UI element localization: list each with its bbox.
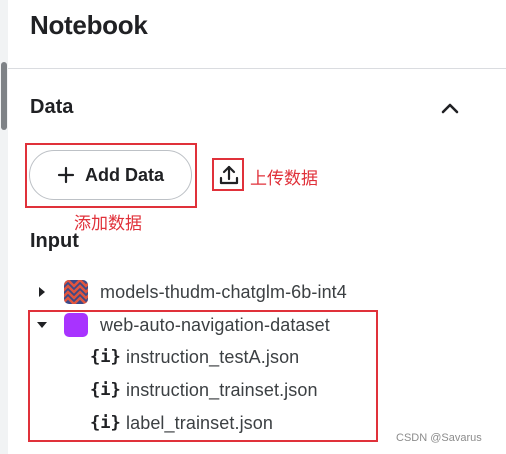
chevron-up-icon <box>441 103 459 114</box>
page-title: Notebook <box>30 10 148 40</box>
collapse-data-button[interactable] <box>436 96 464 120</box>
input-item-label: models-thudm-chatglm-6b-int4 <box>100 281 347 302</box>
upload-data-button[interactable] <box>215 161 242 189</box>
input-item-label: web-auto-navigation-dataset <box>100 314 330 335</box>
upload-icon <box>219 165 238 185</box>
dataset-thumbnail-icon <box>64 313 88 337</box>
file-label: instruction_testA.json <box>126 346 300 367</box>
scrollbar[interactable] <box>0 0 8 454</box>
model-thumbnail-icon <box>64 280 88 304</box>
file-item[interactable]: {i} instruction_testA.json <box>90 343 299 371</box>
file-label: instruction_trainset.json <box>126 379 318 400</box>
json-file-icon: {i} <box>90 380 121 400</box>
data-section-title: Data <box>30 96 74 118</box>
input-item-model[interactable]: models-thudm-chatglm-6b-int4 <box>36 278 347 306</box>
file-label: label_trainset.json <box>126 412 273 433</box>
file-item[interactable]: {i} instruction_trainset.json <box>90 376 318 404</box>
plus-icon <box>57 166 75 184</box>
scrollbar-thumb[interactable] <box>1 62 7 130</box>
add-data-annotation: 添加数据 <box>74 214 142 234</box>
json-file-icon: {i} <box>90 413 121 433</box>
watermark: CSDN @Savarus <box>396 432 482 444</box>
caret-right-icon[interactable] <box>36 286 48 298</box>
add-data-label: Add Data <box>84 164 164 185</box>
file-item[interactable]: {i} label_trainset.json <box>90 409 273 437</box>
input-section-title: Input <box>30 230 79 252</box>
caret-down-icon[interactable] <box>36 319 48 331</box>
header-divider <box>8 68 506 69</box>
upload-annotation: 上传数据 <box>250 169 318 189</box>
json-file-icon: {i} <box>90 347 121 367</box>
input-item-dataset[interactable]: web-auto-navigation-dataset <box>36 311 330 339</box>
add-data-button[interactable]: Add Data <box>29 150 192 200</box>
